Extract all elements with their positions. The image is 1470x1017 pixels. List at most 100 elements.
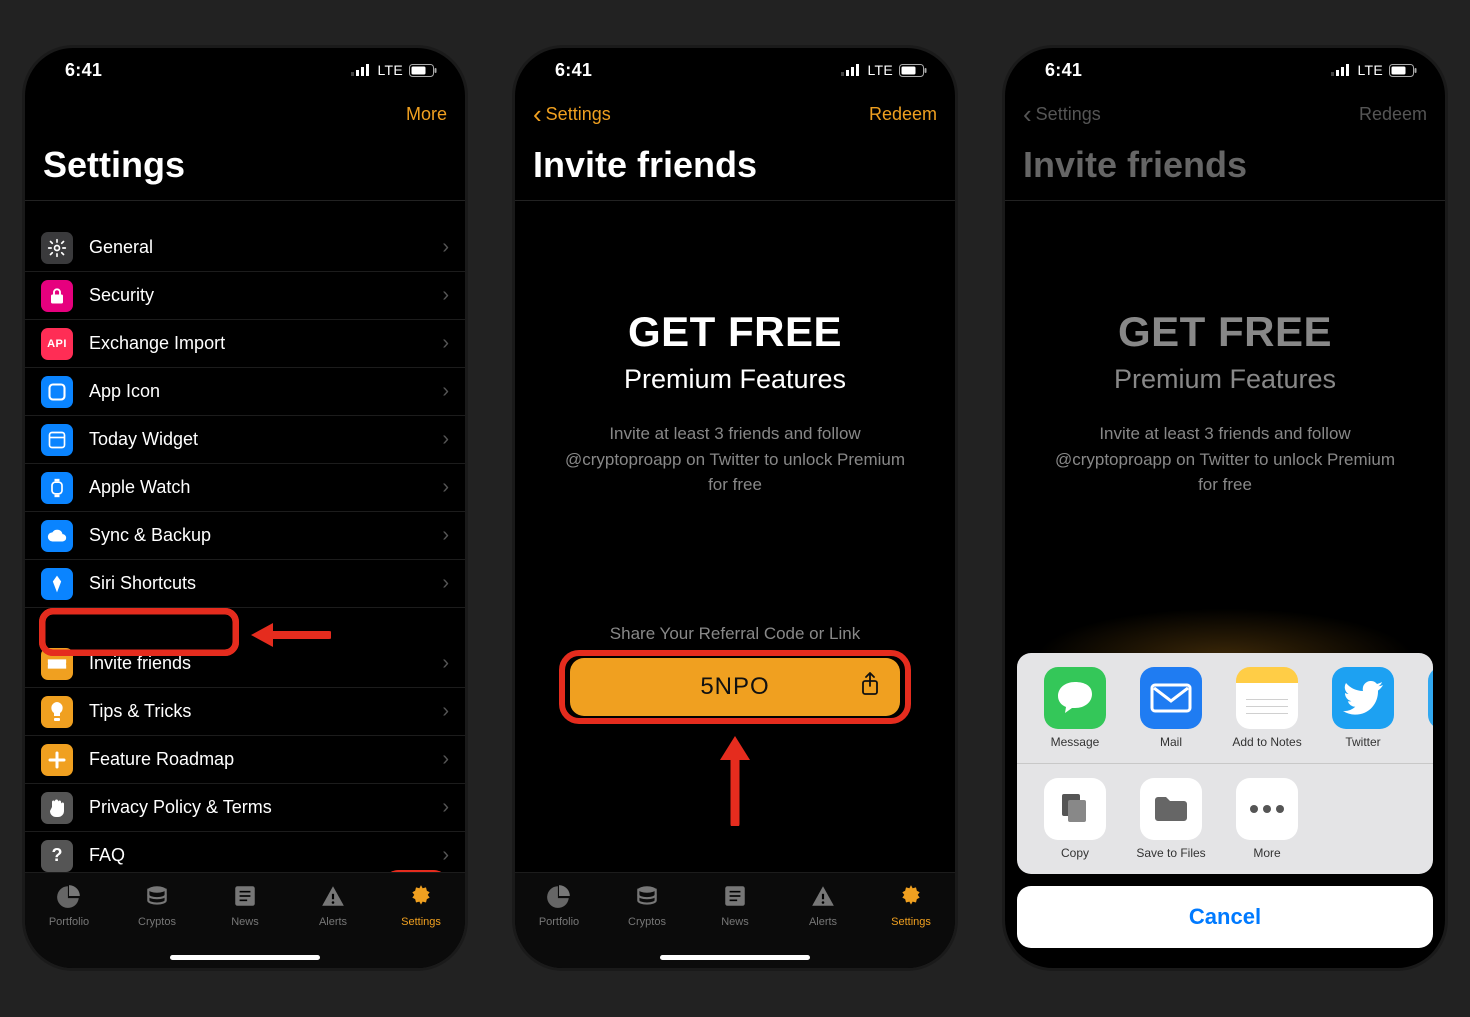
- news-icon: [721, 883, 749, 912]
- share-action-copy[interactable]: Copy: [1027, 778, 1123, 860]
- chevron-right-icon: ›: [442, 572, 449, 595]
- stack-icon: [633, 883, 661, 912]
- tab-portfolio[interactable]: Portfolio: [34, 883, 104, 928]
- annotation-highlight-code: [559, 650, 911, 724]
- battery-icon: [1389, 64, 1417, 77]
- pie-icon: [545, 883, 573, 912]
- tab-settings[interactable]: Settings: [876, 883, 946, 928]
- status-bar: 6:41 LTE: [25, 48, 465, 92]
- cell-label: General: [89, 237, 442, 258]
- share-label: Share Your Referral Code or Link: [515, 624, 955, 644]
- gear-icon: [41, 232, 73, 264]
- cancel-button[interactable]: Cancel: [1017, 886, 1433, 948]
- settings-cell-today-widget[interactable]: Today Widget›: [25, 416, 465, 464]
- settings-cell-security[interactable]: Security›: [25, 272, 465, 320]
- settings-cell-feature-roadmap[interactable]: Feature Roadmap›: [25, 736, 465, 784]
- cell-label: App Icon: [89, 381, 442, 402]
- tab-bar: Portfolio Cryptos News Alerts Settings: [515, 872, 955, 968]
- tab-label: Cryptos: [628, 916, 666, 928]
- settings-cell-privacy-policy-terms[interactable]: Privacy Policy & Terms›: [25, 784, 465, 832]
- back-button[interactable]: ‹Settings: [533, 101, 611, 127]
- status-time: 6:41: [555, 60, 592, 81]
- more-button[interactable]: More: [406, 104, 447, 125]
- gear-icon: [407, 883, 435, 912]
- annotation-arrow-left: [251, 620, 331, 650]
- alert-icon: [319, 883, 347, 912]
- share-action-label: More: [1253, 846, 1280, 860]
- tab-alerts[interactable]: Alerts: [788, 883, 858, 928]
- cell-label: FAQ: [89, 845, 442, 866]
- settings-cell-sync-backup[interactable]: Sync & Backup›: [25, 512, 465, 560]
- tab-news[interactable]: News: [210, 883, 280, 928]
- share-app-add-to-notes[interactable]: Add to Notes: [1219, 667, 1315, 749]
- settings-cell-faq[interactable]: ?FAQ›: [25, 832, 465, 872]
- status-time: 6:41: [65, 60, 102, 81]
- tab-label: Portfolio: [49, 916, 89, 928]
- alert-icon: [809, 883, 837, 912]
- home-indicator: [170, 955, 320, 960]
- share-action-label: Copy: [1061, 846, 1089, 860]
- settings-cell-app-icon[interactable]: App Icon›: [25, 368, 465, 416]
- share-app-label: Twitter: [1345, 735, 1380, 749]
- tab-label: Cryptos: [138, 916, 176, 928]
- share-action-label: Save to Files: [1136, 846, 1205, 860]
- settings-cell-siri-shortcuts[interactable]: Siri Shortcuts›: [25, 560, 465, 608]
- chevron-right-icon: ›: [442, 524, 449, 547]
- tab-label: Settings: [401, 916, 441, 928]
- tab-portfolio[interactable]: Portfolio: [524, 883, 594, 928]
- home-indicator: [660, 955, 810, 960]
- share-app-label: Message: [1051, 735, 1100, 749]
- cell-label: Apple Watch: [89, 477, 442, 498]
- share-app-more-peek[interactable]: [1411, 667, 1433, 749]
- status-bar: 6:41 LTE: [1005, 48, 1445, 92]
- api-icon: API: [41, 328, 73, 360]
- tab-alerts[interactable]: Alerts: [298, 883, 368, 928]
- tab-settings[interactable]: Settings: [386, 883, 456, 928]
- signal-icon: [351, 64, 371, 76]
- cell-label: Sync & Backup: [89, 525, 442, 546]
- tab-label: Alerts: [319, 916, 347, 928]
- share-app-mail[interactable]: Mail: [1123, 667, 1219, 749]
- settings-cell-exchange-import[interactable]: API Exchange Import›: [25, 320, 465, 368]
- tab-news[interactable]: News: [700, 883, 770, 928]
- cloud-icon: [41, 520, 73, 552]
- hero-body: Invite at least 3 friends and follow @cr…: [1045, 421, 1405, 498]
- settings-cell-apple-watch[interactable]: Apple Watch›: [25, 464, 465, 512]
- nav-bar: ‹Settings Redeem: [515, 92, 955, 136]
- share-app-twitter[interactable]: Twitter: [1315, 667, 1411, 749]
- phone-invite: 6:41 LTE ‹Settings Redeem Invite friends…: [515, 48, 955, 968]
- share-app-message[interactable]: Message: [1027, 667, 1123, 749]
- question-icon: ?: [41, 840, 73, 872]
- tab-cryptos[interactable]: Cryptos: [612, 883, 682, 928]
- redeem-button: Redeem: [1359, 104, 1427, 125]
- cell-label: Exchange Import: [89, 333, 442, 354]
- chevron-right-icon: ›: [442, 332, 449, 355]
- cell-label: Today Widget: [89, 429, 442, 450]
- status-bar: 6:41 LTE: [515, 48, 955, 92]
- battery-icon: [899, 64, 927, 77]
- tab-cryptos[interactable]: Cryptos: [122, 883, 192, 928]
- share-action-save-to-files[interactable]: Save to Files: [1123, 778, 1219, 860]
- chevron-right-icon: ›: [442, 380, 449, 403]
- settings-cell-tips-tricks[interactable]: Tips & Tricks›: [25, 688, 465, 736]
- cell-label: Tips & Tricks: [89, 701, 442, 722]
- tab-label: Portfolio: [539, 916, 579, 928]
- share-action-more[interactable]: More: [1219, 778, 1315, 860]
- cell-label: Feature Roadmap: [89, 749, 442, 770]
- annotation-arrow-up: [715, 736, 755, 826]
- settings-cell-general[interactable]: General›: [25, 224, 465, 272]
- tab-label: News: [721, 916, 749, 928]
- phone-settings: 6:41 LTE More Settings General›Security›…: [25, 48, 465, 968]
- phone-share-sheet: 6:41 LTE ‹Settings Redeem Invite friends…: [1005, 48, 1445, 968]
- status-network: LTE: [1357, 62, 1383, 78]
- cell-label: Security: [89, 285, 442, 306]
- annotation-highlight-invite: [39, 608, 239, 656]
- appicon-icon: [41, 376, 73, 408]
- chevron-left-icon: ‹: [1023, 101, 1032, 127]
- redeem-button[interactable]: Redeem: [869, 104, 937, 125]
- siri-icon: [41, 568, 73, 600]
- chevron-right-icon: ›: [442, 476, 449, 499]
- watch-icon: [41, 472, 73, 504]
- page-title: Invite friends: [1023, 144, 1427, 186]
- chevron-right-icon: ›: [442, 796, 449, 819]
